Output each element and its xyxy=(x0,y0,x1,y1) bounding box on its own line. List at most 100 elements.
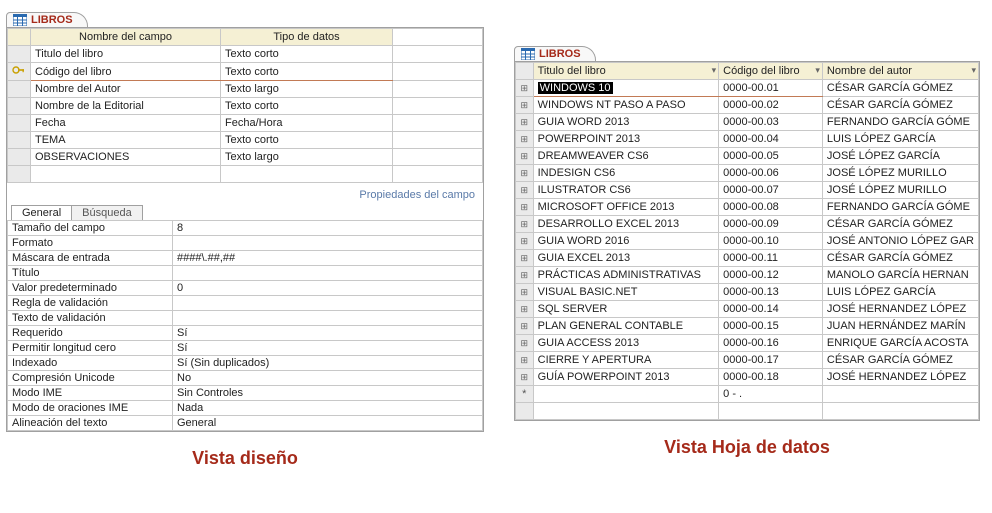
table-row[interactable]: ⊞MICROSOFT OFFICE 20130000-00.08FERNANDO… xyxy=(516,199,979,216)
table-tab-libros[interactable]: LIBROS xyxy=(6,12,88,27)
cell-autor[interactable]: FERNANDO GARCÍA GÓME xyxy=(822,199,978,216)
expand-icon[interactable]: ⊞ xyxy=(516,216,534,233)
cell-titulo[interactable]: ILUSTRATOR CS6 xyxy=(533,182,719,199)
cell-codigo[interactable]: 0000-00.07 xyxy=(719,182,823,199)
col-header-autor[interactable]: Nombre del autor▾ xyxy=(822,63,978,80)
expand-icon[interactable]: ⊞ xyxy=(516,80,534,97)
cell-autor[interactable]: MANOLO GARCÍA HERNAN xyxy=(822,267,978,284)
table-row-new[interactable]: *0 - . xyxy=(516,386,979,403)
chevron-down-icon[interactable]: ▾ xyxy=(971,65,976,76)
datasheet-grid[interactable]: Titulo del libro▾ Código del libro▾ Nomb… xyxy=(515,62,979,420)
cell-codigo[interactable]: 0000-00.01 xyxy=(719,80,823,97)
cell-titulo[interactable]: GUIA ACCESS 2013 xyxy=(533,335,719,352)
row-selector-header[interactable] xyxy=(8,29,31,46)
row-selector[interactable] xyxy=(8,166,31,183)
cell-codigo[interactable]: 0000-00.08 xyxy=(719,199,823,216)
expand-icon[interactable]: ⊞ xyxy=(516,369,534,386)
cell-titulo[interactable]: INDESIGN CS6 xyxy=(533,165,719,182)
field-name-cell[interactable]: Código del libro xyxy=(31,63,221,81)
cell-autor[interactable]: JUAN HERNÁNDEZ MARÍN xyxy=(822,318,978,335)
property-value[interactable]: 8 xyxy=(173,221,483,236)
cell-autor[interactable]: CÉSAR GARCÍA GÓMEZ xyxy=(822,97,978,114)
row-selector-header[interactable] xyxy=(516,63,534,80)
field-name-cell[interactable]: Titulo del libro xyxy=(31,46,221,63)
cell-codigo[interactable]: 0000-00.14 xyxy=(719,301,823,318)
design-field-grid[interactable]: Nombre del campo Tipo de datos Titulo de… xyxy=(7,28,483,183)
property-row[interactable]: Valor predeterminado0 xyxy=(8,281,483,296)
cell-titulo[interactable]: DESARROLLO EXCEL 2013 xyxy=(533,216,719,233)
table-row[interactable]: ⊞GUIA WORD 20130000-00.03FERNANDO GARCÍA… xyxy=(516,114,979,131)
property-row[interactable]: Texto de validación xyxy=(8,311,483,326)
expand-icon[interactable]: ⊞ xyxy=(516,97,534,114)
table-row[interactable]: ⊞PLAN GENERAL CONTABLE0000-00.15JUAN HER… xyxy=(516,318,979,335)
property-row[interactable]: IndexadoSí (Sin duplicados) xyxy=(8,356,483,371)
props-tab-general[interactable]: General xyxy=(11,205,72,220)
property-value[interactable] xyxy=(173,296,483,311)
cell-autor[interactable]: CÉSAR GARCÍA GÓMEZ xyxy=(822,80,978,97)
cell-autor[interactable]: JOSÉ LÓPEZ MURILLO xyxy=(822,165,978,182)
col-header-data-type[interactable]: Tipo de datos xyxy=(221,29,393,46)
property-value[interactable]: Sí (Sin duplicados) xyxy=(173,356,483,371)
expand-icon[interactable]: ⊞ xyxy=(516,284,534,301)
row-selector[interactable] xyxy=(8,98,31,115)
cell-autor[interactable]: LUIS LÓPEZ GARCÍA xyxy=(822,284,978,301)
field-name-cell[interactable]: Fecha xyxy=(31,115,221,132)
design-row[interactable]: Nombre de la EditorialTexto corto xyxy=(8,98,483,115)
field-name-cell[interactable]: OBSERVACIONES xyxy=(31,149,221,166)
field-name-cell[interactable]: Nombre del Autor xyxy=(31,81,221,98)
table-row[interactable]: ⊞VISUAL BASIC.NET0000-00.13LUIS LÓPEZ GA… xyxy=(516,284,979,301)
row-selector[interactable] xyxy=(8,115,31,132)
property-row[interactable]: Título xyxy=(8,266,483,281)
cell-titulo[interactable] xyxy=(533,386,719,403)
cell-titulo[interactable]: PRÁCTICAS ADMINISTRATIVAS xyxy=(533,267,719,284)
property-value[interactable]: 0 xyxy=(173,281,483,296)
cell-titulo[interactable]: GUIA WORD 2013 xyxy=(533,114,719,131)
row-selector[interactable] xyxy=(8,149,31,166)
design-row[interactable]: TEMATexto corto xyxy=(8,132,483,149)
table-row[interactable]: ⊞POWERPOINT 20130000-00.04LUIS LÓPEZ GAR… xyxy=(516,131,979,148)
cell-codigo[interactable]: 0000-00.15 xyxy=(719,318,823,335)
cell-autor[interactable]: CÉSAR GARCÍA GÓMEZ xyxy=(822,352,978,369)
cell-titulo[interactable]: GUIA EXCEL 2013 xyxy=(533,250,719,267)
expand-icon[interactable]: ⊞ xyxy=(516,250,534,267)
cell-autor[interactable]: JOSÉ LÓPEZ MURILLO xyxy=(822,182,978,199)
cell-titulo[interactable]: SQL SERVER xyxy=(533,301,719,318)
property-value[interactable]: No xyxy=(173,371,483,386)
expand-icon[interactable]: ⊞ xyxy=(516,148,534,165)
property-row[interactable]: Compresión UnicodeNo xyxy=(8,371,483,386)
expand-icon[interactable]: ⊞ xyxy=(516,318,534,335)
cell-titulo[interactable]: MICROSOFT OFFICE 2013 xyxy=(533,199,719,216)
expand-icon[interactable]: ⊞ xyxy=(516,267,534,284)
property-row[interactable]: RequeridoSí xyxy=(8,326,483,341)
property-row[interactable]: Permitir longitud ceroSí xyxy=(8,341,483,356)
cell-codigo[interactable]: 0000-00.13 xyxy=(719,284,823,301)
cell-titulo[interactable]: VISUAL BASIC.NET xyxy=(533,284,719,301)
cell-titulo[interactable]: WINDOWS NT PASO A PASO xyxy=(533,97,719,114)
property-value[interactable]: Nada xyxy=(173,401,483,416)
cell-titulo[interactable]: DREAMWEAVER CS6 xyxy=(533,148,719,165)
cell-autor[interactable]: FERNANDO GARCÍA GÓME xyxy=(822,114,978,131)
property-row[interactable]: Tamaño del campo8 xyxy=(8,221,483,236)
table-row[interactable]: ⊞GUIA ACCESS 20130000-00.16ENRIQUE GARCÍ… xyxy=(516,335,979,352)
col-header-titulo[interactable]: Titulo del libro▾ xyxy=(533,63,719,80)
data-type-cell[interactable]: Texto corto xyxy=(221,46,393,63)
table-row[interactable]: ⊞PRÁCTICAS ADMINISTRATIVAS0000-00.12MANO… xyxy=(516,267,979,284)
property-row[interactable]: Máscara de entrada####\.##,## xyxy=(8,251,483,266)
property-value[interactable]: Sin Controles xyxy=(173,386,483,401)
field-name-cell[interactable]: Nombre de la Editorial xyxy=(31,98,221,115)
cell-autor[interactable]: JOSÉ ANTONIO LÓPEZ GAR xyxy=(822,233,978,250)
design-row[interactable]: Titulo del libroTexto corto xyxy=(8,46,483,63)
property-value[interactable] xyxy=(173,236,483,251)
cell-codigo[interactable]: 0000-00.17 xyxy=(719,352,823,369)
cell-titulo[interactable]: CIERRE Y APERTURA xyxy=(533,352,719,369)
cell-codigo[interactable]: 0000-00.02 xyxy=(719,97,823,114)
col-header-codigo[interactable]: Código del libro▾ xyxy=(719,63,823,80)
data-type-cell[interactable]: Texto corto xyxy=(221,132,393,149)
field-name-cell[interactable]: TEMA xyxy=(31,132,221,149)
property-row[interactable]: Modo IMESin Controles xyxy=(8,386,483,401)
property-value[interactable] xyxy=(173,266,483,281)
field-properties-grid[interactable]: Tamaño del campo8FormatoMáscara de entra… xyxy=(7,220,483,431)
table-row[interactable]: ⊞WINDOWS NT PASO A PASO0000-00.02CÉSAR G… xyxy=(516,97,979,114)
chevron-down-icon[interactable]: ▾ xyxy=(712,65,717,76)
table-row[interactable]: ⊞GUIA WORD 20160000-00.10JOSÉ ANTONIO LÓ… xyxy=(516,233,979,250)
